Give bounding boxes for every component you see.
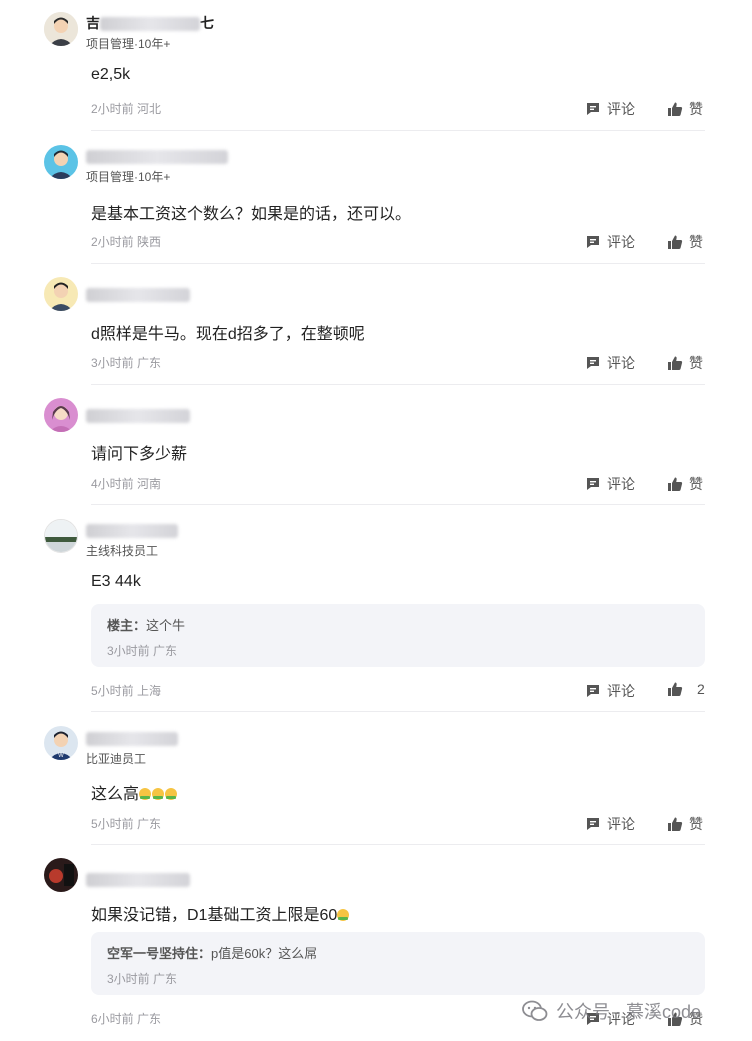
comment-meta: 2小时前 河北: [91, 102, 162, 116]
blurred-name: [86, 288, 190, 303]
blurred-name: [86, 409, 190, 424]
wechat-icon: [522, 1000, 548, 1021]
divider: [91, 130, 705, 131]
divider: [91, 844, 705, 845]
watermark: 公众号 · 慕溪code: [522, 998, 701, 1024]
avatar[interactable]: [44, 145, 78, 179]
reply-text: 空军一号坚持住：p值是60k？这么屌: [107, 946, 318, 961]
thumbs-up-icon: [668, 235, 683, 249]
svg-text:W: W: [58, 753, 64, 759]
comment-icon: [587, 685, 599, 697]
divider: [91, 263, 705, 264]
comment-text: d照样是牛马。现在d招多了，在整顿呢: [91, 326, 365, 343]
avatar[interactable]: [44, 398, 78, 432]
blurred-name: [86, 873, 190, 888]
comment-meta: 3小时前 广东: [91, 356, 162, 370]
thumbs-up-icon: [668, 477, 683, 491]
comment-text: 这么高: [91, 780, 178, 804]
like-button[interactable]: 赞: [667, 99, 703, 119]
avatar[interactable]: [44, 277, 78, 311]
comment-meta: 4小时前 河南: [91, 477, 162, 491]
reply-text: 楼主：这个牛: [107, 618, 186, 633]
username[interactable]: [86, 147, 228, 165]
comment-meta: 5小时前 上海: [91, 684, 162, 698]
user-title: 项目管理·10年+: [86, 37, 171, 51]
comment-button[interactable]: 评论: [585, 232, 635, 252]
user-title: 项目管理·10年+: [86, 170, 171, 184]
like-button[interactable]: 2: [667, 681, 705, 697]
avatar[interactable]: [44, 519, 78, 553]
comment-icon: [587, 236, 599, 248]
comment-text: 如果没记错，D1基础工资上限是60: [91, 901, 350, 925]
comment-meta: 5小时前 广东: [91, 817, 162, 831]
comment-meta: 6小时前 广东: [91, 1012, 162, 1026]
comment-meta: 2小时前 陕西: [91, 235, 162, 249]
comment-icon: [587, 103, 599, 115]
like-count: 2: [697, 681, 705, 697]
comment-icon: [587, 357, 599, 369]
user-title: 比亚迪员工: [86, 752, 147, 766]
avatar[interactable]: [44, 12, 78, 46]
thumbs-up-icon: [668, 356, 683, 370]
username[interactable]: [86, 285, 190, 303]
comment-button[interactable]: 评论: [585, 474, 635, 494]
reply-box[interactable]: 空军一号坚持住：p值是60k？这么屌 3小时前 广东: [91, 932, 705, 995]
money-emoji-icon: [139, 786, 178, 803]
comment-button[interactable]: 评论: [585, 681, 635, 701]
username[interactable]: 吉七: [86, 14, 214, 32]
divider: [91, 384, 705, 385]
divider: [91, 504, 705, 505]
comment-icon: [587, 478, 599, 490]
blurred-name: [86, 732, 178, 747]
blurred-name: [86, 524, 178, 539]
thumbs-up-icon: [668, 682, 683, 696]
username[interactable]: [86, 406, 190, 424]
comment-text: 请问下多少薪: [91, 446, 188, 463]
comment-text: e2,5k: [91, 66, 131, 83]
comment-button[interactable]: 评论: [585, 353, 635, 373]
comment-button[interactable]: 评论: [585, 99, 635, 119]
comment-icon: [587, 818, 599, 830]
reply-meta: 3小时前 广东: [107, 644, 178, 658]
user-title: 主线科技员工: [86, 544, 159, 558]
comment-button[interactable]: 评论: [585, 814, 635, 834]
blurred-name: [100, 17, 200, 32]
username[interactable]: [86, 729, 178, 747]
username[interactable]: [86, 870, 190, 888]
like-button[interactable]: 赞: [667, 474, 703, 494]
blurred-name: [86, 150, 228, 165]
comment-text: E3 44k: [91, 573, 141, 590]
like-button[interactable]: 赞: [667, 232, 703, 252]
comment-text: 是基本工资这个数么？如果是的话，还可以。: [91, 206, 412, 223]
thumbs-up-icon: [668, 102, 683, 116]
like-button[interactable]: 赞: [667, 814, 703, 834]
avatar[interactable]: W: [44, 726, 78, 760]
reply-meta: 3小时前 广东: [107, 972, 178, 986]
divider: [91, 711, 705, 712]
money-emoji-icon: [337, 907, 350, 924]
avatar[interactable]: [44, 858, 78, 892]
like-button[interactable]: 赞: [667, 353, 703, 373]
reply-box[interactable]: 楼主：这个牛 3小时前 广东: [91, 604, 705, 667]
username[interactable]: [86, 521, 178, 539]
thumbs-up-icon: [668, 817, 683, 831]
